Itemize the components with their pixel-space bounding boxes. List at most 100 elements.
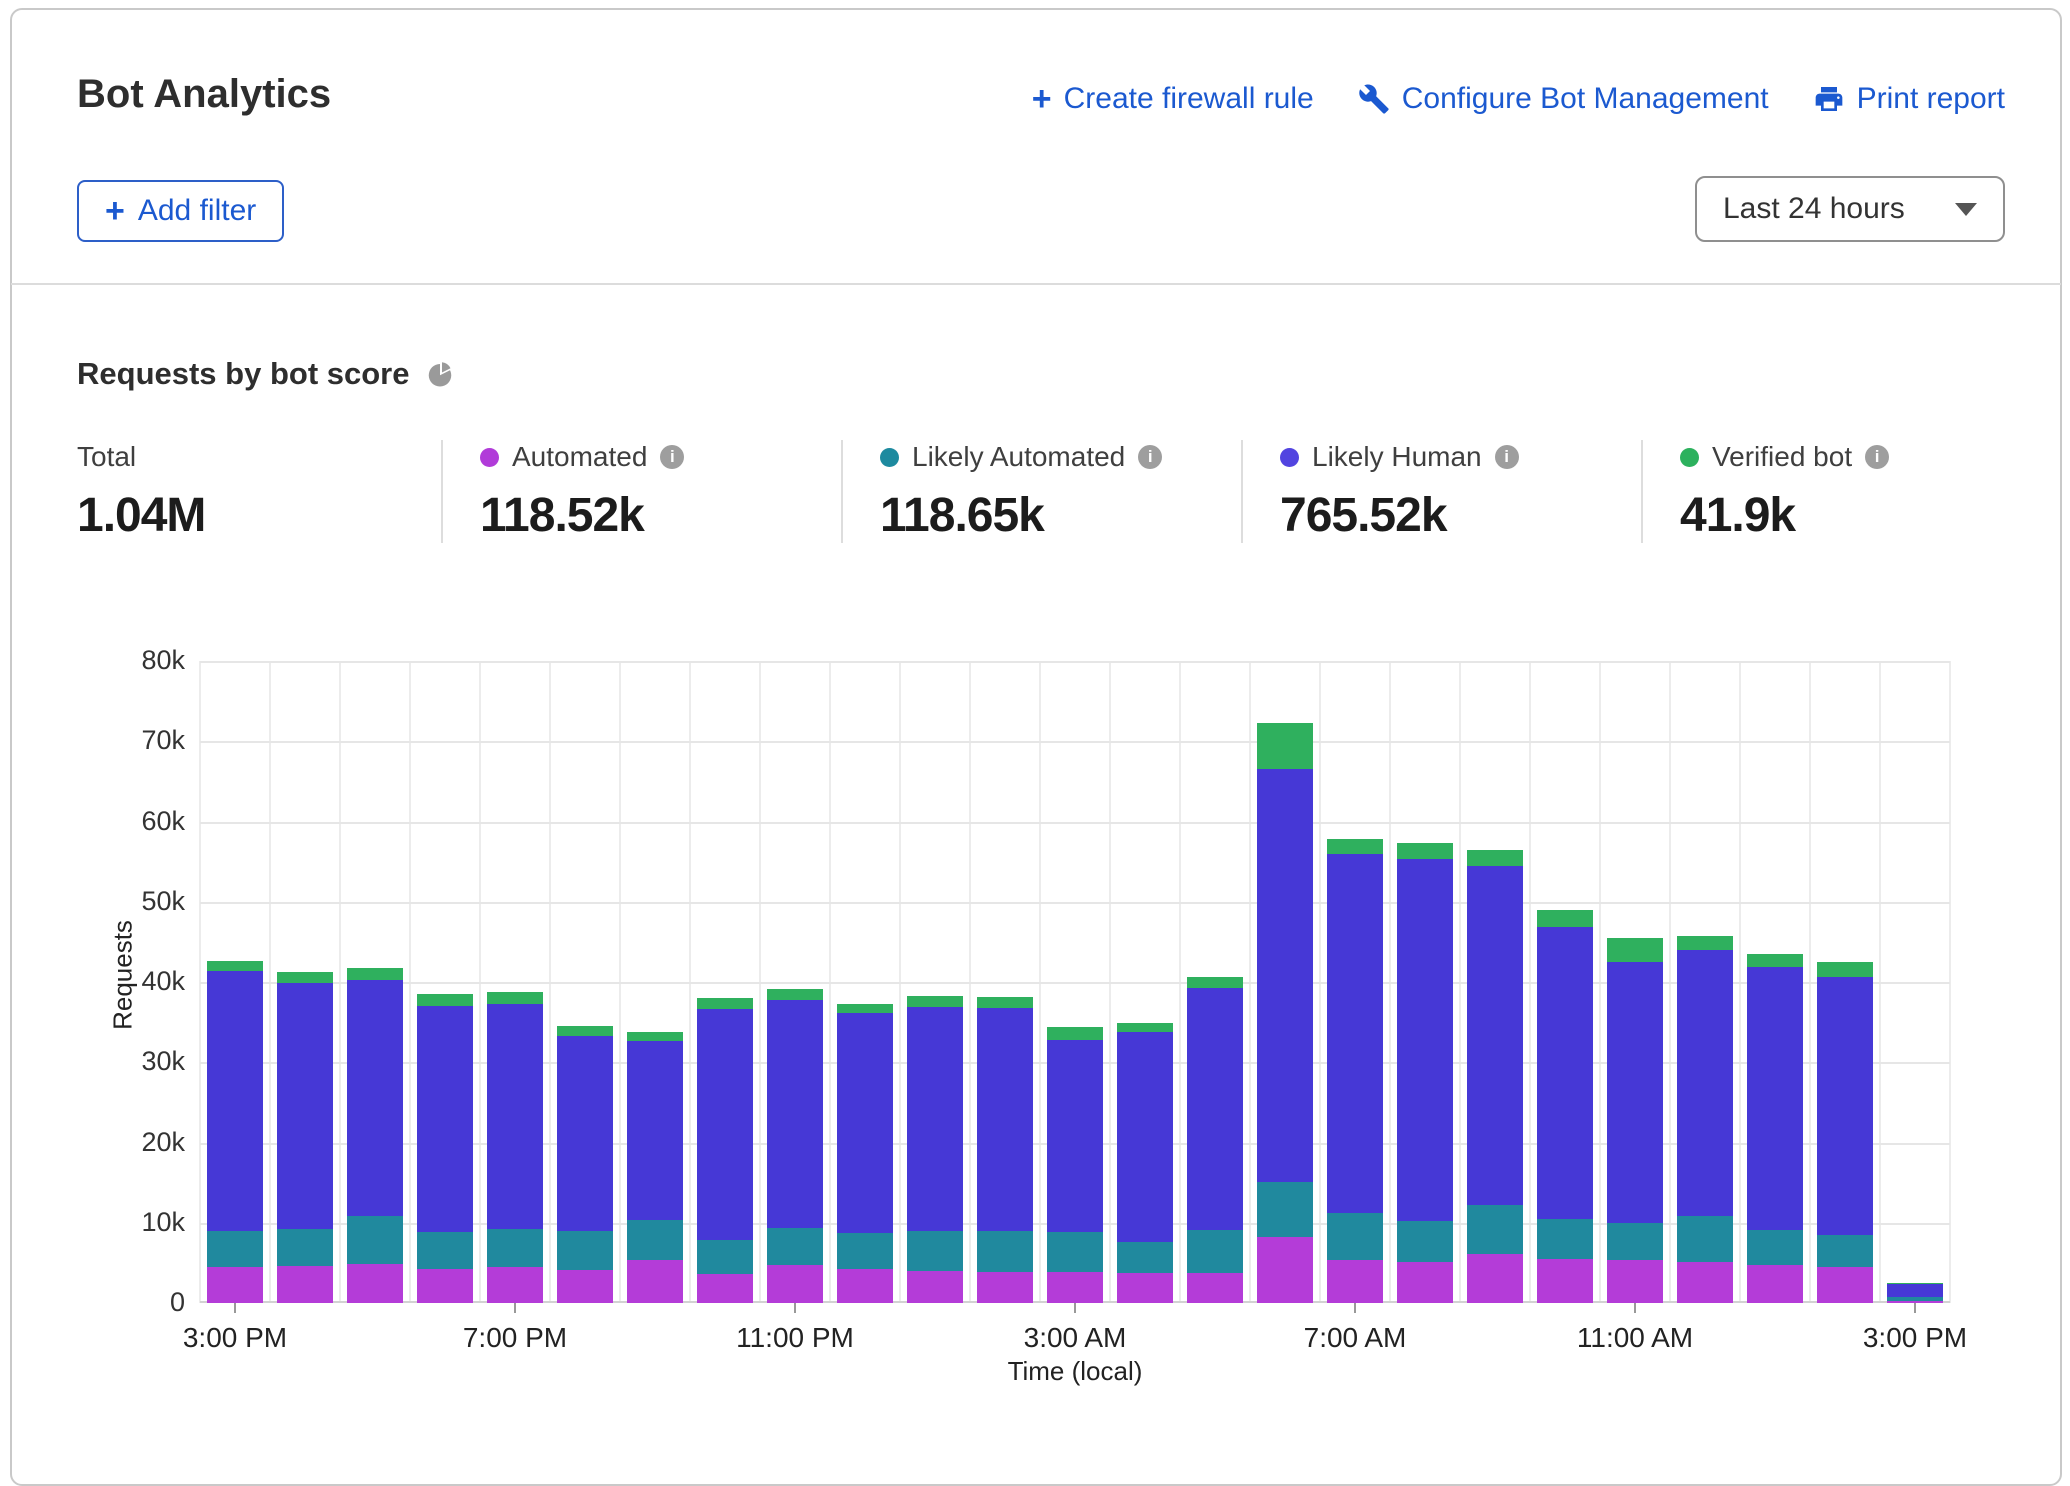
info-icon[interactable]: i — [1138, 445, 1162, 469]
bar-segment — [627, 1041, 683, 1220]
create-firewall-rule-link[interactable]: + Create firewall rule — [1032, 82, 1314, 116]
stacked-bar[interactable] — [1537, 910, 1593, 1303]
stat-likely-human-value: 765.52k — [1280, 488, 1621, 543]
bar-segment — [837, 1004, 893, 1014]
bar-segment — [1397, 859, 1453, 1221]
bar-segment — [1747, 1230, 1803, 1265]
bar-segment — [1467, 850, 1523, 865]
y-tick-label: 60k — [55, 806, 185, 837]
bar-segment — [1607, 1223, 1663, 1261]
print-report-link[interactable]: Print report — [1813, 82, 2005, 116]
time-range-dropdown[interactable]: Last 24 hours — [1695, 176, 2005, 242]
x-tick-label: 11:00 PM — [685, 1322, 905, 1354]
add-filter-button[interactable]: + Add filter — [77, 180, 284, 242]
bar-segment — [837, 1269, 893, 1303]
bar-segment — [1047, 1232, 1103, 1271]
bar-segment — [277, 983, 333, 1229]
bar-segment — [1747, 954, 1803, 967]
bar-segment — [697, 1274, 753, 1303]
stat-automated: Automated i 118.52k — [441, 440, 841, 543]
bar-segment — [767, 989, 823, 999]
y-tick-label: 40k — [55, 966, 185, 997]
bar-segment — [557, 1036, 613, 1231]
stacked-bar[interactable] — [767, 989, 823, 1303]
bar-segment — [417, 1269, 473, 1303]
bar-segment — [907, 1271, 963, 1303]
stacked-bar[interactable] — [1117, 1023, 1173, 1303]
add-filter-label: Add filter — [138, 194, 256, 228]
stacked-bar[interactable] — [1187, 977, 1243, 1303]
bar-segment — [1677, 950, 1733, 1216]
info-icon[interactable]: i — [1495, 445, 1519, 469]
bar-segment — [1047, 1027, 1103, 1040]
bar-segment — [207, 961, 263, 971]
stacked-bar[interactable] — [277, 972, 333, 1303]
x-tick-mark — [1914, 1303, 1916, 1313]
bar-segment — [627, 1260, 683, 1303]
stacked-bar[interactable] — [347, 968, 403, 1303]
stat-likely-automated-label: Likely Automated — [912, 441, 1125, 473]
bar-segment — [1677, 936, 1733, 950]
info-icon[interactable]: i — [660, 445, 684, 469]
likely-human-dot-icon — [1280, 448, 1299, 467]
pie-chart-icon — [425, 359, 455, 389]
bar-segment — [1257, 1182, 1313, 1237]
bar-segment — [1047, 1040, 1103, 1233]
bar-segment — [1257, 769, 1313, 1181]
page-title: Bot Analytics — [77, 72, 331, 117]
stat-likely-human-label: Likely Human — [1312, 441, 1482, 473]
stat-total-label: Total — [77, 441, 136, 473]
h-gridline — [200, 741, 1950, 743]
stacked-bar[interactable] — [837, 1004, 893, 1303]
x-tick-mark — [1074, 1303, 1076, 1313]
configure-bot-management-link[interactable]: Configure Bot Management — [1358, 82, 1769, 116]
stacked-bar[interactable] — [1467, 850, 1523, 1303]
stacked-bar[interactable] — [1047, 1027, 1103, 1303]
stacked-bar[interactable] — [1257, 723, 1313, 1303]
h-gridline — [200, 661, 1950, 663]
x-tick-label: 3:00 PM — [125, 1322, 345, 1354]
stacked-bar[interactable] — [977, 997, 1033, 1303]
stacked-bar[interactable] — [487, 992, 543, 1303]
stacked-bar[interactable] — [1327, 839, 1383, 1303]
stacked-bar[interactable] — [417, 994, 473, 1303]
plot-area — [200, 661, 1950, 1303]
section-title: Requests by bot score — [77, 356, 409, 392]
bar-segment — [1257, 1237, 1313, 1303]
stacked-bar[interactable] — [1677, 936, 1733, 1303]
header-actions: + Create firewall rule Configure Bot Man… — [1032, 82, 2005, 116]
bar-segment — [487, 1267, 543, 1303]
info-icon[interactable]: i — [1865, 445, 1889, 469]
stacked-bar[interactable] — [557, 1026, 613, 1303]
bar-segment — [1817, 962, 1873, 977]
stacked-bar[interactable] — [1887, 1283, 1943, 1303]
bar-segment — [767, 1228, 823, 1265]
x-tick-label: 3:00 PM — [1805, 1322, 2025, 1354]
bar-segment — [1537, 910, 1593, 928]
stacked-bar[interactable] — [907, 996, 963, 1303]
y-tick-label: 0 — [55, 1287, 185, 1318]
bar-segment — [627, 1032, 683, 1042]
bar-segment — [1187, 1230, 1243, 1273]
x-tick-label: 7:00 PM — [405, 1322, 625, 1354]
bar-segment — [1397, 1221, 1453, 1262]
bar-segment — [1467, 1254, 1523, 1303]
stacked-bar[interactable] — [1607, 938, 1663, 1303]
bar-segment — [1117, 1273, 1173, 1303]
stacked-bar[interactable] — [1397, 843, 1453, 1303]
stacked-bar[interactable] — [207, 961, 263, 1303]
bar-segment — [417, 1232, 473, 1269]
stat-likely-human: Likely Human i 765.52k — [1241, 440, 1641, 543]
bar-segment — [1607, 1260, 1663, 1303]
bar-segment — [277, 1229, 333, 1266]
x-tick-mark — [514, 1303, 516, 1313]
bar-segment — [487, 992, 543, 1004]
stacked-bar[interactable] — [1817, 962, 1873, 1303]
bar-segment — [1817, 1235, 1873, 1267]
wrench-icon — [1358, 83, 1390, 115]
stacked-bar[interactable] — [697, 998, 753, 1303]
bar-segment — [697, 1240, 753, 1274]
bar-segment — [1187, 988, 1243, 1230]
stacked-bar[interactable] — [627, 1032, 683, 1303]
stacked-bar[interactable] — [1747, 954, 1803, 1303]
